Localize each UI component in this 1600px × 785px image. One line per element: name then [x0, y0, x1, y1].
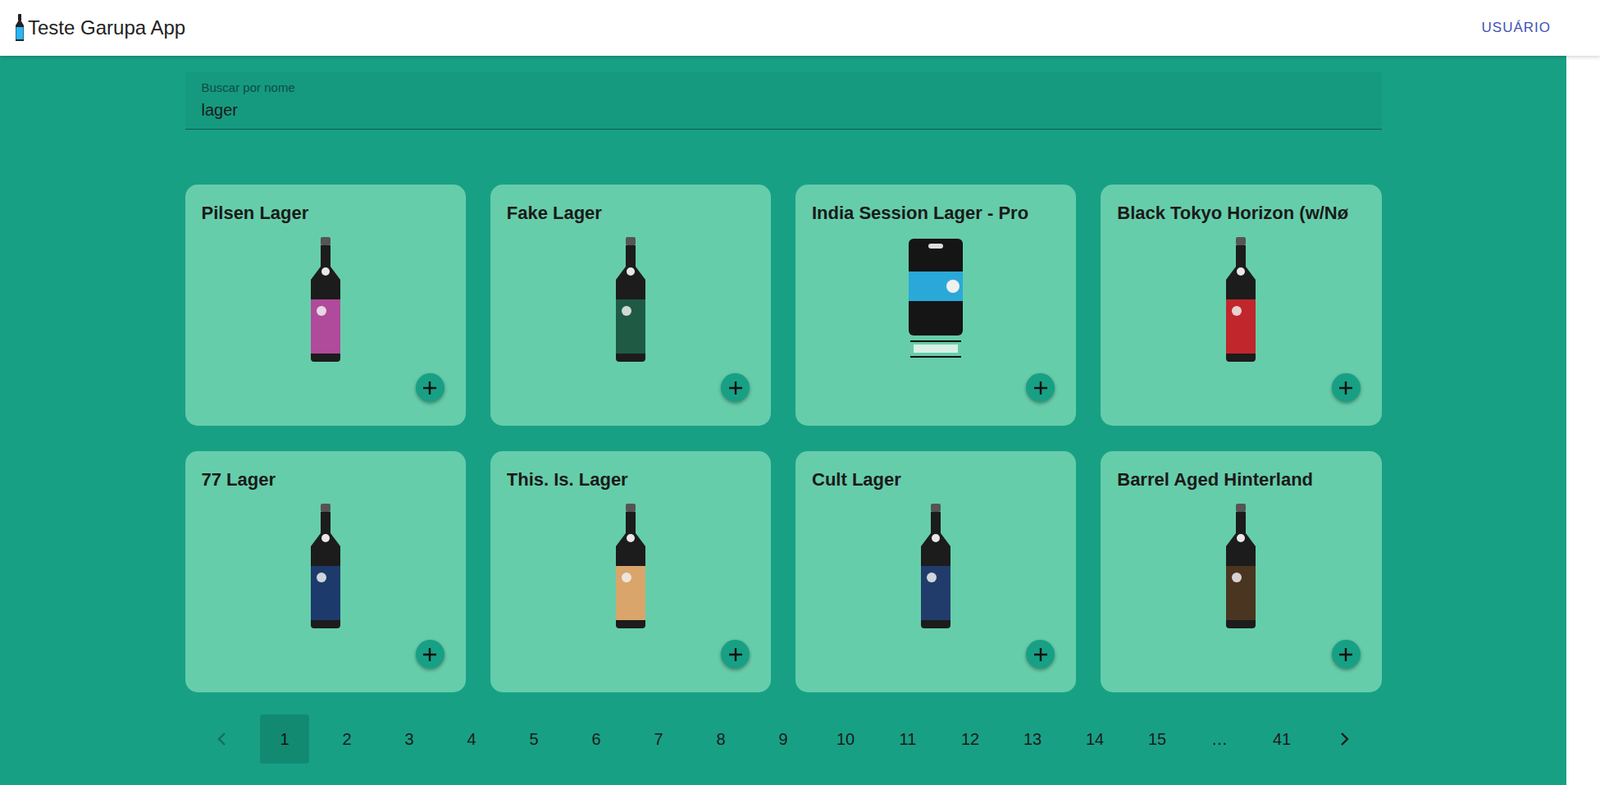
beer-card: Fake Lager: [490, 184, 771, 426]
beer-image: [1116, 503, 1365, 629]
beer-name: Cult Lager: [811, 467, 1060, 493]
pagination: 123456789101112131415…41: [185, 714, 1382, 764]
beer-card: Black Tokyo Horizon (w/Nø: [1100, 184, 1382, 426]
beer-card: Pilsen Lager: [185, 184, 466, 426]
beer-card: This. Is. Lager: [490, 451, 771, 693]
beer-name: Fake Lager: [506, 200, 755, 226]
add-button[interactable]: [415, 373, 445, 402]
page-button[interactable]: 5: [509, 714, 559, 764]
beer-card: 77 Lager: [185, 451, 466, 693]
plus-icon: [1032, 379, 1049, 397]
user-button[interactable]: USUÁRIO: [1473, 12, 1559, 44]
bottle-icon: [1223, 503, 1259, 629]
beer-image: [1116, 237, 1365, 362]
page-button[interactable]: 9: [758, 714, 808, 764]
page-button[interactable]: 41: [1257, 714, 1307, 764]
bottle-icon: [1223, 237, 1259, 362]
bottle-icon: [613, 503, 648, 629]
chevron-right-icon: [1335, 729, 1354, 748]
add-button[interactable]: [1331, 373, 1361, 402]
page-button[interactable]: 6: [571, 714, 621, 764]
beer-name: India Session Lager - Pro: [811, 200, 1060, 226]
beer-image: [201, 237, 450, 362]
page-button[interactable]: 1: [259, 714, 310, 764]
prev-page-button[interactable]: [197, 714, 247, 764]
beer-image: [506, 237, 755, 362]
page-button[interactable]: 14: [1070, 714, 1120, 764]
page-button[interactable]: 8: [696, 714, 746, 764]
page-button[interactable]: 3: [384, 714, 434, 764]
add-button[interactable]: [720, 373, 750, 402]
search-field[interactable]: Buscar por nome: [185, 72, 1382, 130]
beer-name: Pilsen Lager: [201, 200, 450, 226]
page-button[interactable]: 12: [945, 714, 995, 764]
beer-name: This. Is. Lager: [506, 467, 755, 493]
bottle-icon: [918, 503, 953, 629]
page-button[interactable]: 15: [1132, 714, 1182, 764]
bottle-logo-icon: [14, 13, 25, 42]
plus-icon: [1337, 646, 1354, 663]
search-label: Buscar por nome: [201, 80, 1366, 96]
add-button[interactable]: [415, 639, 445, 669]
add-button[interactable]: [1025, 639, 1055, 669]
plus-icon: [421, 379, 438, 397]
beer-image: [811, 237, 1060, 362]
beer-card: Barrel Aged Hinterland: [1100, 451, 1382, 693]
page-button[interactable]: 4: [446, 714, 497, 764]
page-button[interactable]: 13: [1007, 714, 1058, 764]
page-button[interactable]: 7: [633, 714, 684, 764]
bottle-icon: [613, 237, 648, 362]
main-content: Buscar por nome Pilsen Lager Fake Lager In…: [0, 55, 1567, 785]
next-page-button[interactable]: [1319, 714, 1369, 764]
keg-icon: [907, 237, 965, 362]
beer-name: 77 Lager: [201, 467, 450, 493]
add-button[interactable]: [1331, 639, 1361, 669]
chevron-left-icon: [213, 729, 232, 748]
page-button[interactable]: …: [1194, 714, 1245, 764]
beer-image: [506, 503, 755, 629]
bottle-icon: [308, 237, 343, 362]
app-bar: Teste Garupa App USUÁRIO: [0, 0, 1600, 56]
app-title: Teste Garupa App: [27, 14, 186, 42]
plus-icon: [727, 646, 744, 663]
plus-icon: [421, 646, 438, 663]
beer-image: [201, 503, 450, 629]
add-button[interactable]: [1025, 373, 1055, 402]
bottle-icon: [308, 503, 343, 629]
plus-icon: [1337, 379, 1354, 397]
add-button[interactable]: [720, 639, 750, 669]
beer-image: [811, 503, 1060, 629]
page-button[interactable]: 11: [883, 714, 933, 764]
beer-card: Cult Lager: [795, 451, 1076, 693]
beer-card: India Session Lager - Pro: [795, 184, 1076, 426]
page-button[interactable]: 10: [820, 714, 871, 764]
plus-icon: [1032, 646, 1049, 663]
beer-name: Barrel Aged Hinterland: [1116, 467, 1365, 493]
plus-icon: [727, 379, 744, 397]
page-button[interactable]: 2: [322, 714, 372, 764]
beer-name: Black Tokyo Horizon (w/Nø: [1116, 200, 1365, 226]
search-input[interactable]: [201, 98, 1366, 122]
